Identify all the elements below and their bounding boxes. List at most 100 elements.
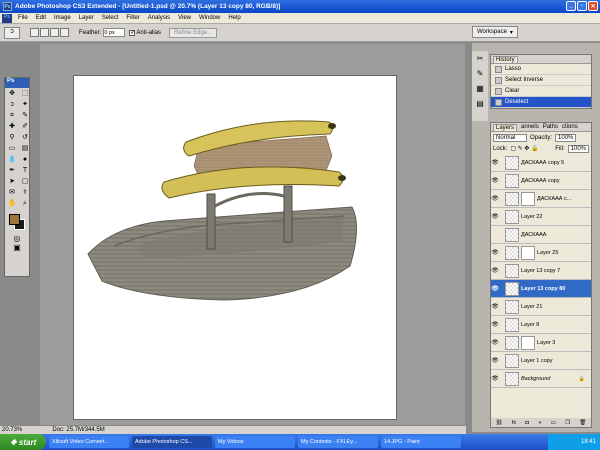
gradient-tool-icon[interactable]: ▤ [19, 144, 31, 154]
taskbar-button[interactable]: Xilisoft Video Convert... [49, 436, 129, 448]
menu-analysis[interactable]: Analysis [144, 15, 174, 21]
workspace-button[interactable]: Workspace ▾ [472, 26, 518, 38]
menu-file[interactable]: File [14, 15, 32, 21]
tool-presets-icon[interactable]: ✂ [474, 54, 486, 66]
visibility-eye-icon[interactable]: 👁 [491, 213, 499, 220]
visibility-eye-icon[interactable]: 👁 [491, 321, 499, 328]
menu-filter[interactable]: Filter [122, 15, 143, 21]
layer-row[interactable]: 👁 ДАСКААА copy [491, 172, 591, 190]
link-layers-icon[interactable]: ⛓ [496, 420, 503, 426]
start-button[interactable]: ❖ start [0, 434, 46, 450]
marquee-tool-icon[interactable]: ⬚ [19, 89, 31, 99]
healing-brush-icon[interactable]: ✚ [6, 122, 18, 132]
layer-row[interactable]: 👁 ДАСКААА с... [491, 190, 591, 208]
dodge-tool-icon[interactable]: ● [19, 155, 31, 165]
zoom-level[interactable]: 20.73% [2, 427, 22, 433]
feather-input[interactable] [103, 28, 126, 37]
lasso-tool-icon[interactable]: ↄ [6, 100, 18, 110]
antialias-checkbox[interactable]: ✓ Anti-alias [129, 29, 161, 36]
layer-mask-thumbnail[interactable] [521, 245, 535, 260]
hand-tool-icon[interactable]: ✋ [6, 199, 18, 209]
layer-row[interactable]: 👁 Layer 1 copy [491, 352, 591, 370]
clone-stamp-icon[interactable]: ⚲ [6, 133, 18, 143]
visibility-eye-icon[interactable]: 👁 [491, 195, 499, 202]
eyedropper-tool-icon[interactable]: ⚕ [19, 188, 31, 198]
visibility-eye-icon[interactable]: 👁 [491, 339, 499, 346]
visibility-eye-icon[interactable]: 👁 [491, 159, 499, 166]
layer-style-icon[interactable]: fx [512, 420, 516, 426]
menu-layer[interactable]: Layer [75, 15, 98, 21]
new-group-icon[interactable]: ▭ [551, 420, 556, 426]
pen-tool-icon[interactable]: ✒ [6, 166, 18, 176]
history-item[interactable]: Select Inverse [491, 75, 591, 86]
tab-actions[interactable]: ctions [562, 124, 578, 130]
menu-window[interactable]: Window [195, 15, 224, 21]
history-item-selected[interactable]: Deselect [491, 97, 591, 108]
type-tool-icon[interactable]: T [19, 166, 31, 176]
visibility-eye-icon[interactable]: 👁 [491, 177, 499, 184]
adjustment-layer-icon[interactable]: ◑ [538, 420, 541, 426]
move-tool-icon[interactable]: ✥ [6, 89, 18, 99]
visibility-eye-icon[interactable]: 👁 [491, 285, 499, 292]
screen-mode-icon[interactable]: ▣ [5, 243, 29, 252]
tab-layers[interactable]: Layers [493, 123, 518, 131]
brush-tool-icon[interactable]: ✐ [19, 122, 31, 132]
new-layer-icon[interactable]: ❐ [565, 420, 570, 426]
taskbar-button[interactable]: My Videos [215, 436, 295, 448]
menu-edit[interactable]: Edit [32, 15, 50, 21]
add-mask-icon[interactable]: ◘ [525, 420, 528, 426]
subtract-selection-icon[interactable] [50, 28, 59, 37]
add-selection-icon[interactable] [40, 28, 49, 37]
info-icon[interactable]: ▦ [474, 84, 486, 96]
visibility-eye-icon[interactable]: 👁 [491, 303, 499, 310]
path-selection-icon[interactable]: ➤ [6, 177, 18, 187]
visibility-eye-icon[interactable]: 👁 [491, 375, 499, 382]
opacity-input[interactable]: 100% [555, 133, 577, 142]
new-selection-icon[interactable] [30, 28, 39, 37]
blend-mode-select[interactable]: Normal [493, 133, 527, 142]
layer-row[interactable]: 👁 Background 🔒 [491, 370, 591, 388]
history-item[interactable]: Clear [491, 86, 591, 97]
swatch-panel-icon[interactable]: ▤ [474, 99, 486, 111]
visibility-eye-icon[interactable]: 👁 [491, 267, 499, 274]
refine-edge-button[interactable]: Refine Edge... [169, 27, 218, 38]
layer-row[interactable]: ДАСКААА [491, 226, 591, 244]
lock-icons[interactable]: ▢ ✎ ✥ 🔒 [510, 145, 538, 152]
layer-mask-thumbnail[interactable] [521, 191, 535, 206]
menu-image[interactable]: Image [50, 15, 75, 21]
visibility-eye-icon[interactable]: 👁 [491, 357, 499, 364]
notes-tool-icon[interactable]: ✉ [6, 188, 18, 198]
layer-row[interactable]: 👁 Layer 13 copy 80 [491, 280, 591, 298]
layer-row[interactable]: 👁 Layer 3 [491, 334, 591, 352]
layer-row[interactable]: 👁 Layer 8 [491, 316, 591, 334]
foreground-color-swatch[interactable] [9, 214, 20, 225]
zoom-tool-icon[interactable]: ⌕ [19, 199, 31, 209]
taskbar-button[interactable]: Adobe Photoshop CS... [132, 436, 212, 448]
layer-row[interactable]: 👁 Layer 13 copy 7 [491, 262, 591, 280]
blur-tool-icon[interactable]: 💧 [6, 155, 18, 165]
layer-row[interactable]: 👁 Layer 21 [491, 298, 591, 316]
quick-mask-icon[interactable]: ◎ [5, 234, 29, 243]
eraser-tool-icon[interactable]: ▭ [6, 144, 18, 154]
maximize-button[interactable]: ▫ [577, 1, 587, 11]
brushes-icon[interactable]: ✎ [474, 69, 486, 81]
layer-row[interactable]: 👁 Layer 22 [491, 208, 591, 226]
app-menu-icon[interactable]: Ps [2, 13, 12, 23]
slice-tool-icon[interactable]: ✎ [19, 111, 31, 121]
layer-row[interactable]: 👁 ДАСКААА copy 5 [491, 154, 591, 172]
menu-select[interactable]: Select [98, 15, 123, 21]
shape-tool-icon[interactable]: ▢ [19, 177, 31, 187]
document-canvas[interactable] [73, 75, 397, 420]
tab-channels[interactable]: annels [521, 124, 539, 130]
crop-tool-icon[interactable]: ⌗ [6, 111, 18, 121]
layer-mask-thumbnail[interactable] [521, 335, 535, 350]
toolbox-header[interactable]: Ps [5, 78, 29, 88]
close-button[interactable]: ✕ [588, 1, 598, 11]
visibility-eye-icon[interactable]: 👁 [491, 249, 499, 256]
minimize-button[interactable]: _ [566, 1, 576, 11]
fill-input[interactable]: 100% [567, 144, 589, 153]
layer-row[interactable]: 👁 Layer 25 [491, 244, 591, 262]
magic-wand-tool-icon[interactable]: ✦ [19, 100, 31, 110]
trash-icon[interactable]: 🗑 [579, 420, 586, 426]
menu-help[interactable]: Help [224, 15, 244, 21]
